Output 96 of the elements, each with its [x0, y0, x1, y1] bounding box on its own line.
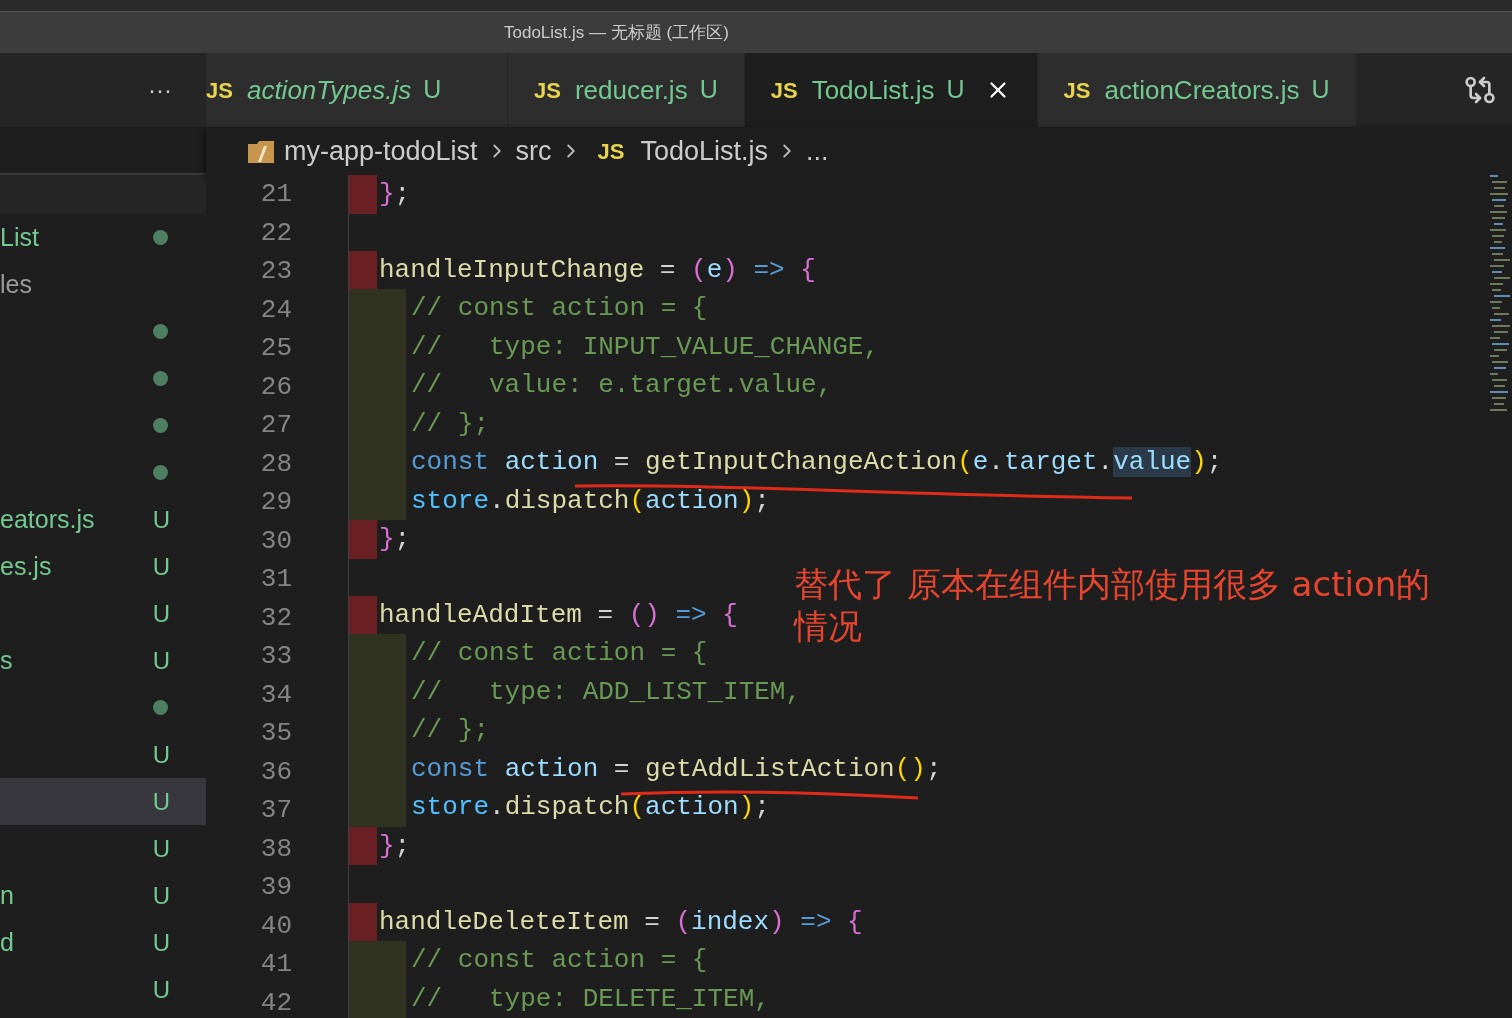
code-line: handleAddItem = () => { [379, 598, 738, 632]
file-name: s [0, 644, 13, 676]
js-file-icon: JS [597, 134, 625, 168]
line-number: 23 [260, 255, 292, 288]
code-line: // type: ADD_LIST_ITEM, [411, 675, 802, 709]
line-number: 42 [260, 986, 292, 1018]
line-number: 29 [260, 486, 292, 519]
editor-tab[interactable]: JS actionTypes.js U [206, 53, 508, 127]
git-status-letter: U [152, 598, 170, 629]
line-number: 26 [260, 370, 292, 404]
file-tree-item[interactable]: U [0, 731, 206, 778]
git-status-letter: U [699, 74, 718, 106]
line-number: 25 [260, 332, 292, 365]
file-tree-item[interactable]: U [0, 590, 206, 637]
code-line: store.dispatch(action); [411, 484, 770, 518]
breadcrumb-item[interactable]: my-app-todoList [284, 130, 478, 172]
js-file-icon: JS [206, 73, 233, 107]
code-line: const action = getInputChangeAction(e.target.value); [411, 446, 1223, 480]
line-number: 38 [260, 832, 292, 866]
code-line: handleInputChange = (e) => { [379, 253, 816, 287]
js-file-icon: JS [770, 73, 798, 107]
file-tree-item[interactable]: U [0, 825, 206, 872]
line-number: 21 [260, 178, 292, 211]
code-line: }; [379, 523, 411, 557]
file-tree-item[interactable]: n U [0, 872, 206, 919]
editor-tab[interactable]: JS TodoList.js U [744, 53, 1038, 127]
line-number: 27 [260, 409, 292, 442]
git-status-letter: U [1311, 74, 1330, 106]
line-number: 22 [260, 216, 292, 250]
breadcrumb-item[interactable]: src [515, 130, 552, 172]
file-name: es.js [0, 550, 52, 582]
code-line: store.dispatch(action); [411, 791, 770, 825]
code-line: // }; [411, 407, 489, 441]
tab-label: actionTypes.js [246, 73, 412, 107]
git-status-letter: U [152, 551, 170, 582]
git-status-letter: U [152, 833, 170, 864]
code-line: const action = getAddListAction(); [411, 752, 942, 786]
code-line: // type: DELETE_ITEM, [411, 982, 770, 1016]
line-number: 24 [260, 293, 292, 327]
tab-label: reducer.js [574, 73, 688, 107]
file-tree-item[interactable]: les [0, 261, 206, 308]
folder-icon [246, 138, 276, 164]
line-number: 33 [260, 640, 292, 673]
file-tree-item[interactable]: List [0, 214, 206, 261]
file-tree-item[interactable]: U [0, 778, 206, 825]
git-status-letter: U [152, 974, 170, 1005]
line-number: 31 [260, 563, 292, 596]
git-status-letter: U [423, 74, 442, 106]
line-number: 35 [260, 717, 292, 750]
line-number: 34 [260, 678, 292, 712]
file-tree-item[interactable]: d U [0, 919, 206, 966]
code-line: // type: INPUT_VALUE_CHANGE, [411, 330, 880, 364]
file-tree-item[interactable]: eators.js U [0, 496, 206, 543]
file-name: eators.js [0, 503, 95, 535]
editor-tab[interactable]: JS actionCreators.js U [1037, 53, 1357, 127]
code-line: // const action = { [411, 292, 708, 326]
code-line: // const action = { [411, 944, 708, 977]
line-number: 39 [260, 871, 292, 904]
git-status-letter: U [152, 739, 170, 770]
code-line: // const action = { [411, 637, 708, 671]
git-status-letter: U [152, 786, 170, 817]
git-status-letter: U [152, 504, 170, 535]
code-line: }; [379, 829, 411, 863]
git-status-letter: U [152, 927, 170, 958]
editor-tab[interactable]: JS reducer.js U [508, 53, 745, 127]
more-actions-button[interactable]: ··· [148, 78, 172, 102]
handwritten-note: 替代了 原本在组件内部使用很多 action的 情况 [794, 563, 1431, 647]
file-name: d [0, 926, 14, 958]
line-number: 37 [260, 794, 292, 827]
file-tree-item[interactable]: s U [0, 637, 206, 684]
compare-changes-icon[interactable] [1464, 74, 1496, 106]
file-tree-item[interactable]: es.js U [0, 543, 206, 590]
line-number: 36 [260, 755, 292, 789]
code-line: // value: e.target.value, [411, 369, 833, 403]
code-line: }; [379, 178, 411, 211]
line-number: 40 [260, 909, 292, 943]
file-name: n [0, 879, 14, 911]
line-number: 30 [260, 524, 292, 558]
js-file-icon: JS [1063, 73, 1091, 107]
window-title: TodoList.js — 无标题 (工作区) [504, 21, 729, 44]
js-file-icon: JS [534, 73, 561, 107]
git-status-letter: U [152, 645, 170, 676]
git-status-letter: U [152, 880, 170, 911]
breadcrumb-item[interactable]: ... [806, 130, 829, 172]
code-line: handleDeleteItem = (index) => { [379, 905, 863, 939]
tab-label: TodoList.js [811, 73, 935, 107]
code-line: // }; [411, 714, 489, 748]
line-number: 28 [260, 447, 292, 481]
line-number: 41 [260, 948, 292, 981]
breadcrumb-item[interactable]: TodoList.js [640, 130, 769, 172]
git-status-letter: U [946, 74, 965, 106]
file-name: les [0, 268, 32, 300]
file-name: List [0, 221, 39, 253]
line-number: 32 [260, 601, 292, 635]
file-tree-item[interactable]: U [0, 966, 206, 1013]
tab-label: actionCreators.js [1104, 73, 1300, 107]
